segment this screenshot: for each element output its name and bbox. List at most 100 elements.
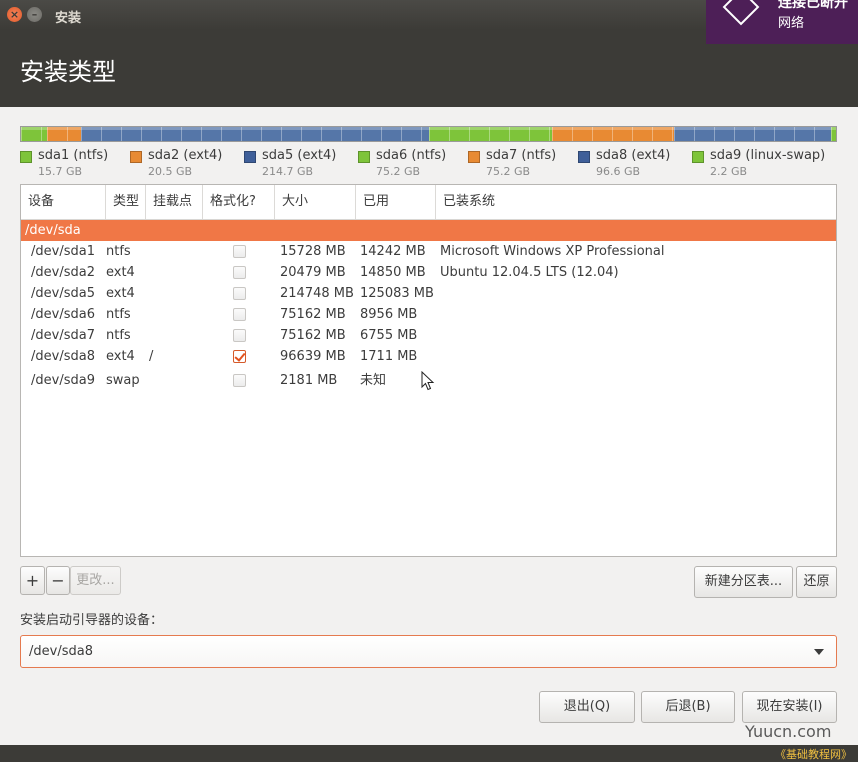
boot-loader-value: /dev/sda8 [29, 644, 93, 659]
partition-legend: sda1 (ntfs) 15.7 GB sda2 (ext4) 20.5 GB sda5… [20, 148, 850, 180]
format-checkbox[interactable] [233, 350, 246, 363]
column-header-format[interactable]: 格式化? [203, 185, 275, 219]
cell-used: 6755 MB [360, 328, 418, 343]
legend-name: sda8 (ext4) [596, 148, 671, 163]
legend-size: 15.7 GB [38, 165, 83, 178]
legend-name: sda2 (ext4) [148, 148, 223, 163]
cell-size: 20479 MB [280, 265, 346, 280]
legend-swatch [244, 151, 256, 163]
partition-bar-segment-sda1 [21, 127, 48, 141]
legend-size: 20.5 GB [148, 165, 193, 178]
table-row[interactable]: /dev/sda6 ntfs 75162 MB 8956 MB [21, 304, 836, 325]
cell-device: /dev/sda8 [31, 349, 95, 364]
column-header-size[interactable]: 大小 [275, 185, 356, 219]
cell-size: 96639 MB [280, 349, 346, 364]
legend-size: 75.2 GB [376, 165, 421, 178]
cell-type: ext4 [106, 349, 135, 364]
table-row[interactable]: /dev/sda5 ext4 214748 MB 125083 MB [21, 283, 836, 304]
revert-button[interactable]: 还原 [796, 566, 837, 598]
cell-type: ext4 [106, 265, 135, 280]
notification-title: 连接已断开 [778, 0, 848, 11]
watermark-text: Yuucn.com [745, 722, 832, 741]
cell-size: 2181 MB [280, 373, 338, 388]
chevron-down-icon [814, 649, 824, 655]
table-header: 设备 类型 挂载点 格式化? 大小 已用 已装系统 [21, 185, 836, 220]
cell-size: 75162 MB [280, 307, 346, 322]
cell-used: 8956 MB [360, 307, 418, 322]
legend-size: 2.2 GB [710, 165, 748, 178]
cell-type: swap [106, 373, 140, 388]
cell-type: ntfs [106, 328, 131, 343]
column-header-mount[interactable]: 挂载点 [146, 185, 203, 219]
cell-device: /dev/sda2 [31, 265, 95, 280]
format-checkbox[interactable] [233, 329, 246, 342]
cell-system: Ubuntu 12.04.5 LTS (12.04) [440, 265, 619, 280]
legend-swatch [468, 151, 480, 163]
table-row-disk[interactable]: /dev/sda [21, 220, 836, 241]
legend-swatch [692, 151, 704, 163]
change-partition-button[interactable]: 更改... [70, 566, 121, 595]
legend-name: sda5 (ext4) [262, 148, 337, 163]
legend-name: sda6 (ntfs) [376, 148, 447, 163]
legend-name: sda7 (ntfs) [486, 148, 557, 163]
minimize-icon[interactable]: – [27, 7, 42, 22]
back-button[interactable]: 后退(B) [641, 691, 735, 723]
cell-mount: / [149, 349, 154, 364]
partition-bar-segment-sda6 [429, 127, 552, 141]
install-now-button[interactable]: 现在安装(I) [742, 691, 837, 723]
cell-type: ntfs [106, 307, 131, 322]
boot-loader-select[interactable]: /dev/sda8 [20, 635, 837, 668]
column-header-used[interactable]: 已用 [356, 185, 436, 219]
cell-used: 125083 MB [360, 286, 434, 301]
cell-type: ntfs [106, 244, 131, 259]
mouse-cursor-icon [421, 371, 435, 391]
quit-button[interactable]: 退出(Q) [539, 691, 635, 723]
remove-partition-button[interactable]: − [46, 566, 70, 595]
add-partition-button[interactable]: + [20, 566, 45, 595]
format-checkbox[interactable] [233, 266, 246, 279]
new-partition-table-button[interactable]: 新建分区表... [694, 566, 793, 598]
cell-size: 75162 MB [280, 328, 346, 343]
cell-used: 14850 MB [360, 265, 426, 280]
partition-bar-segment-sda9 [831, 127, 836, 141]
format-checkbox[interactable] [233, 245, 246, 258]
legend-swatch [20, 151, 32, 163]
cell-size: 214748 MB [280, 286, 354, 301]
wifi-icon [722, 0, 760, 26]
format-checkbox[interactable] [233, 308, 246, 321]
legend-size: 75.2 GB [486, 165, 531, 178]
cell-device: /dev/sda1 [31, 244, 95, 259]
footer-bar [0, 745, 858, 762]
table-row[interactable]: /dev/sda1 ntfs 15728 MB 14242 MB Microsoft W… [21, 241, 836, 262]
table-row[interactable]: /dev/sda8 ext4 / 96639 MB 1711 MB [21, 346, 836, 367]
partition-bar-segment-sda8 [673, 127, 832, 141]
legend-swatch [578, 151, 590, 163]
table-row[interactable]: /dev/sda7 ntfs 75162 MB 6755 MB [21, 325, 836, 346]
column-header-type[interactable]: 类型 [106, 185, 146, 219]
disk-label: /dev/sda [25, 223, 81, 238]
format-checkbox[interactable] [233, 374, 246, 387]
partition-bar-segment-sda7 [551, 127, 674, 141]
close-icon[interactable]: × [7, 7, 22, 22]
table-row[interactable]: /dev/sda2 ext4 20479 MB 14850 MB Ubuntu 12.0… [21, 262, 836, 283]
legend-swatch [358, 151, 370, 163]
notification-body: 网络 [778, 16, 805, 31]
column-header-device[interactable]: 设备 [21, 185, 106, 219]
legend-size: 214.7 GB [262, 165, 314, 178]
partition-bar-segment-sda2 [47, 127, 82, 141]
network-notification: 连接已断开 网络 [706, 0, 858, 44]
window-title: 安装 [55, 11, 82, 26]
cell-used: 14242 MB [360, 244, 426, 259]
legend-swatch [130, 151, 142, 163]
format-checkbox[interactable] [233, 287, 246, 300]
cell-used: 未知 [360, 373, 387, 388]
column-header-system[interactable]: 已装系统 [436, 185, 836, 219]
partition-bar-segment-sda5 [81, 127, 430, 141]
cell-type: ext4 [106, 286, 135, 301]
legend-name: sda1 (ntfs) [38, 148, 109, 163]
cell-device: /dev/sda6 [31, 307, 95, 322]
cell-device: /dev/sda5 [31, 286, 95, 301]
page-title: 安装类型 [20, 58, 116, 86]
legend-name: sda9 (linux-swap) [710, 148, 826, 163]
boot-loader-label: 安装启动引导器的设备： [20, 613, 164, 628]
